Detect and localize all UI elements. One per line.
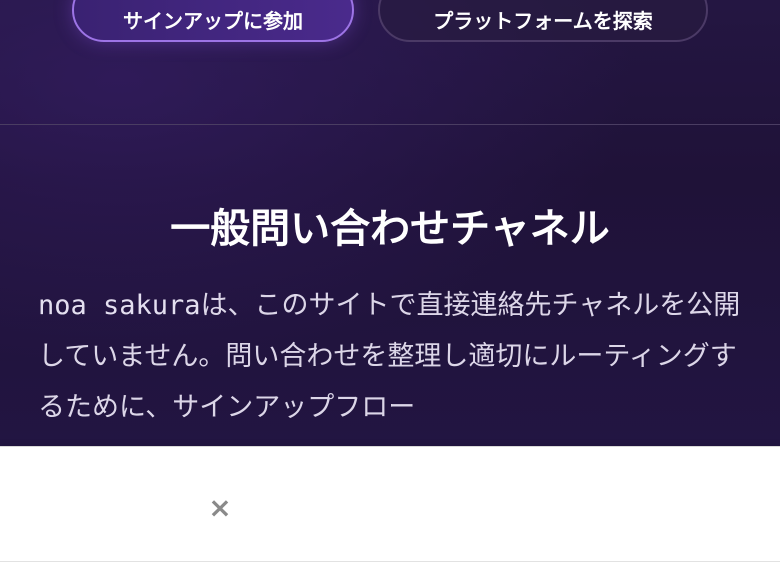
section-divider bbox=[0, 124, 780, 125]
close-icon[interactable]: × bbox=[206, 489, 234, 525]
overlay-divider bbox=[0, 561, 780, 562]
hero-section: サインアップに参加 プラットフォームを探索 一般問い合わせチャネル noa sa… bbox=[0, 0, 780, 450]
section-title: 一般問い合わせチャネル bbox=[170, 206, 610, 252]
page: サインアップに参加 プラットフォームを探索 一般問い合わせチャネル noa sa… bbox=[0, 0, 780, 585]
cta-button-row: サインアップに参加 プラットフォームを探索 bbox=[72, 0, 712, 44]
bottom-overlay-panel: × bbox=[0, 446, 780, 585]
author-name: noa sakura bbox=[38, 290, 201, 321]
section-body: noa sakuraは、このサイトで直接連絡先チャネルを公開していません。問い合… bbox=[38, 280, 746, 433]
signup-button[interactable]: サインアップに参加 bbox=[72, 0, 354, 42]
explore-platform-button[interactable]: プラットフォームを探索 bbox=[378, 0, 708, 42]
